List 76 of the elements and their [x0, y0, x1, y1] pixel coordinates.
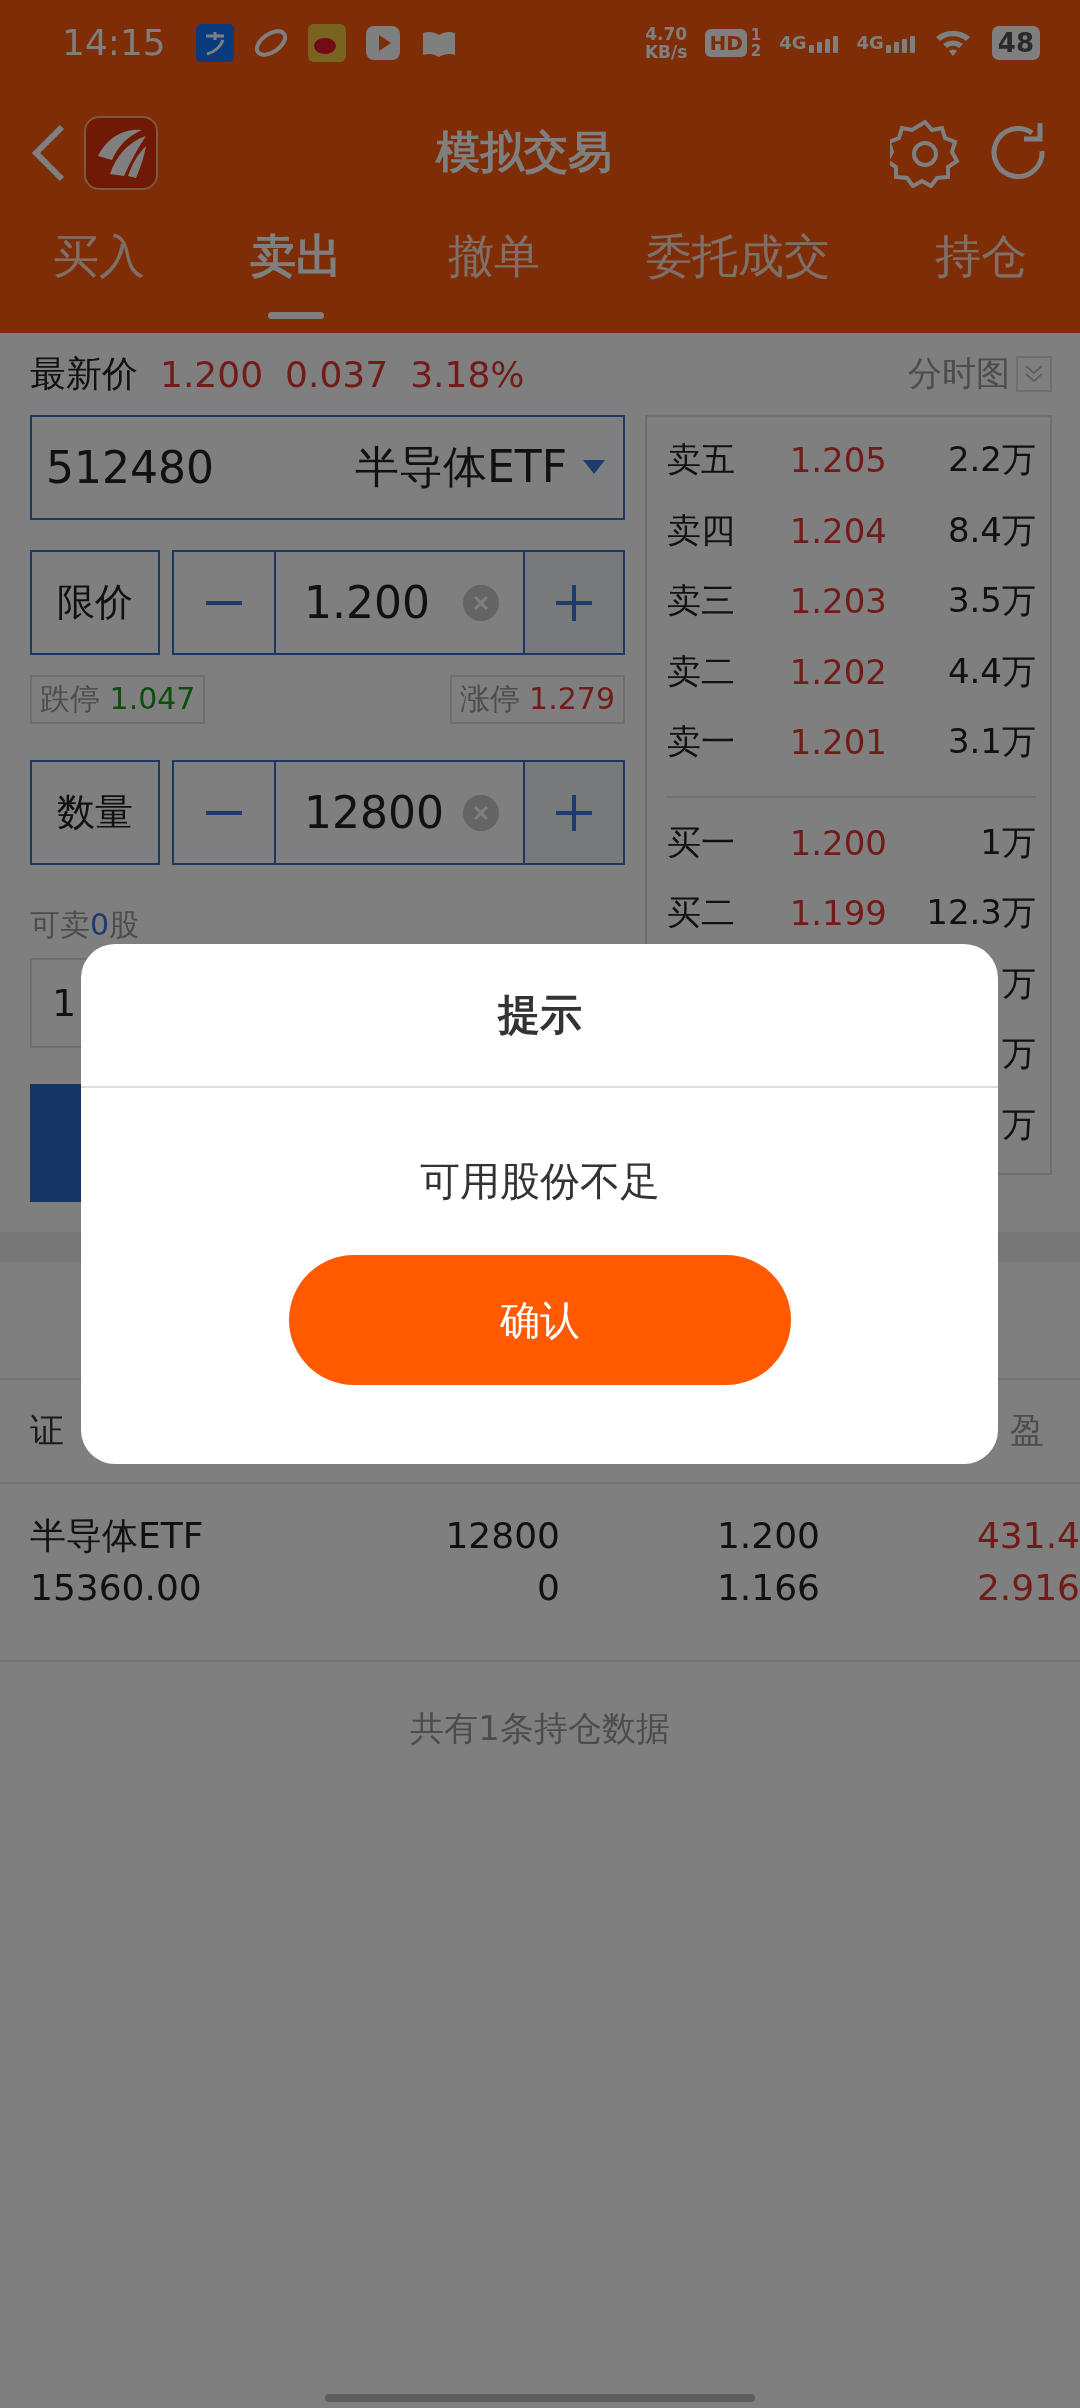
- order-volume: 8.4万: [946, 508, 1036, 552]
- stock-name: 半导体ETF: [30, 1514, 205, 1558]
- latest-price: 1.200: [160, 353, 264, 395]
- order-level-label: 卖四: [667, 508, 736, 552]
- column-header: 证: [30, 1409, 64, 1452]
- confirm-button[interactable]: 确认: [288, 1255, 791, 1385]
- plus-icon: [554, 582, 594, 623]
- order-price: 1.201: [788, 722, 887, 763]
- increase-button[interactable]: [523, 762, 623, 863]
- clear-icon[interactable]: [463, 584, 499, 621]
- back-icon[interactable]: [30, 122, 66, 183]
- minus-icon: [206, 810, 242, 815]
- order-level-label: 卖二: [667, 649, 736, 693]
- hd-badge: HD: [705, 28, 747, 57]
- order-volume: 3.1万: [946, 720, 1036, 764]
- order-price: 1.202: [788, 651, 887, 692]
- table-cell-text: 1.166: [715, 1566, 820, 1610]
- quantity-label: 数量: [30, 760, 160, 865]
- battery-level: 48: [991, 25, 1040, 60]
- order-volume: 3.5万: [946, 579, 1036, 623]
- weibo-app-icon: [307, 23, 346, 62]
- table-cell-text: 15360.00: [30, 1566, 203, 1610]
- order-volume: 万: [1001, 1032, 1036, 1076]
- latest-price-label: 最新价: [30, 351, 138, 396]
- order-volume: 万: [1001, 1102, 1036, 1146]
- net-speed-unit: KB/s: [644, 42, 688, 61]
- order-level-label: 买二: [667, 891, 736, 935]
- order-price: 1.200: [788, 822, 887, 863]
- sim-number: 1: [750, 26, 762, 43]
- order-price: 1.204: [788, 510, 887, 551]
- plus-icon: [554, 792, 594, 833]
- order-volume: 12.3万: [925, 891, 1036, 935]
- tab[interactable]: 撤单: [440, 220, 548, 333]
- tab[interactable]: 委托成交: [637, 220, 838, 333]
- app-logo-icon[interactable]: [84, 115, 158, 190]
- price-type-label[interactable]: 限价: [30, 550, 160, 655]
- dialog-title: 提示: [497, 989, 582, 1041]
- network-type: 4G: [779, 32, 807, 53]
- expand-icon[interactable]: [1016, 356, 1052, 392]
- order-volume: 2.2万: [946, 438, 1036, 482]
- tab[interactable]: 卖出: [242, 220, 351, 333]
- order-level-label: 卖三: [667, 579, 736, 623]
- order-volume: 1万: [979, 820, 1036, 864]
- page-title: 模拟交易: [434, 125, 613, 179]
- profit-cell-text: 2.916: [975, 1566, 1080, 1610]
- network-type: 4G: [856, 32, 884, 53]
- tab[interactable]: 买入: [44, 220, 153, 333]
- video-app-icon: [363, 23, 402, 62]
- profit-cell-text: 431.4: [975, 1514, 1080, 1558]
- table-cell-text: 0: [536, 1566, 560, 1610]
- change-percent: 3.18%: [410, 353, 525, 395]
- table-cell-text: 1.200: [715, 1514, 820, 1558]
- order-level-label: 买一: [667, 820, 736, 864]
- order-price: 1.199: [788, 893, 887, 934]
- order-volume: 4.4万: [946, 649, 1036, 693]
- settings-icon[interactable]: [890, 117, 960, 188]
- order-price: 1.205: [788, 440, 887, 481]
- signal-icon: [808, 33, 839, 53]
- status-time: 14:15: [62, 22, 166, 63]
- order-volume: 万: [1001, 961, 1036, 1005]
- clear-icon[interactable]: [463, 794, 499, 831]
- dialog-message: 可用股份不足: [419, 1157, 660, 1206]
- signal-icon: [885, 33, 916, 53]
- table-cell-text: 12800: [444, 1514, 560, 1558]
- stock-selector[interactable]: 512480 半导体ETF: [30, 415, 625, 520]
- order-level-label: 卖五: [667, 438, 736, 482]
- order-level-label: 卖一: [667, 720, 736, 764]
- minus-icon: [206, 600, 242, 605]
- tab[interactable]: 持仓: [927, 220, 1036, 333]
- dropdown-icon: [583, 459, 605, 476]
- net-speed: 4.70: [645, 24, 688, 43]
- payment-app-icon: [195, 23, 234, 62]
- sim-number: 2: [750, 42, 762, 59]
- order-price: 1.203: [788, 581, 887, 622]
- price-change: 0.037: [285, 353, 389, 395]
- increase-button[interactable]: [523, 552, 623, 653]
